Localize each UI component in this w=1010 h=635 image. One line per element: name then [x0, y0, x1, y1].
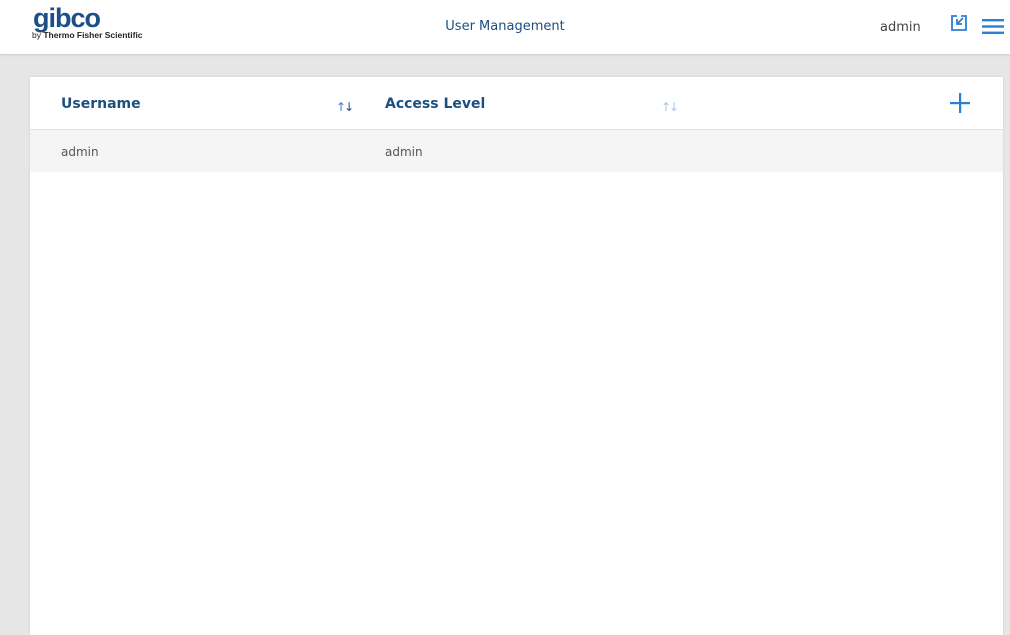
cell-username: admin: [61, 145, 99, 159]
add-user-button[interactable]: [949, 92, 971, 114]
column-header-access-level[interactable]: Access Level: [385, 96, 485, 112]
table-header: Username ↑↓ Access Level ↑↓: [30, 77, 1003, 130]
cell-access-level: admin: [385, 145, 423, 159]
users-table-panel: Username ↑↓ Access Level ↑↓ admin admin: [30, 77, 1003, 635]
page-title: User Management: [445, 19, 565, 34]
app-header: gibco by Thermo Fisher Scientific User M…: [0, 0, 1010, 55]
table-row[interactable]: admin admin: [30, 130, 1003, 172]
current-user-label[interactable]: admin: [880, 20, 921, 35]
column-header-username[interactable]: Username: [61, 96, 141, 112]
sort-access-level-icon[interactable]: ↑↓: [661, 100, 679, 114]
logout-arrow-icon[interactable]: [950, 14, 968, 32]
hamburger-menu-icon[interactable]: [982, 18, 1004, 35]
sort-username-icon[interactable]: ↑↓: [336, 100, 354, 114]
